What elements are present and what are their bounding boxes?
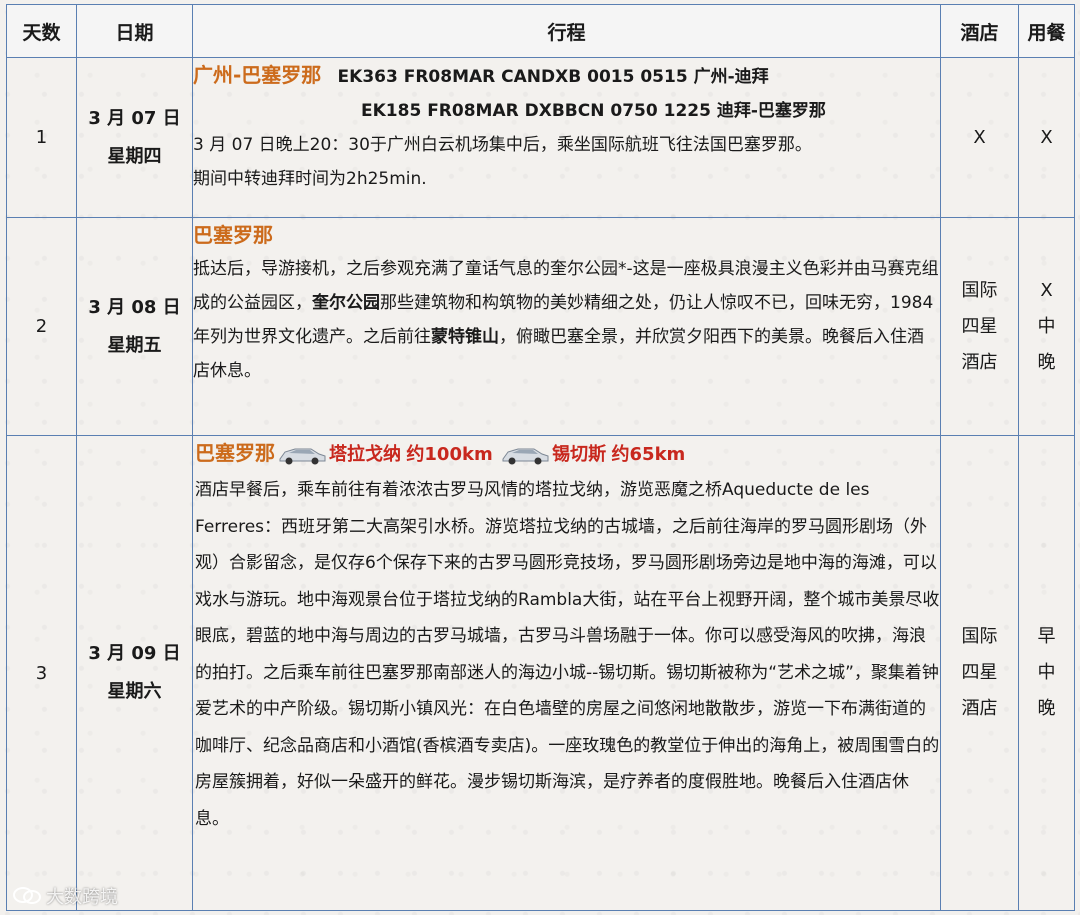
meal-line: 早 [1037, 626, 1056, 647]
distance-label: 约100km [406, 444, 493, 465]
hotel-line: 酒店 [961, 698, 998, 719]
meals-cell: 早 中 晚 [1018, 435, 1075, 911]
route-title: 巴塞罗那 [193, 223, 273, 247]
itinerary-cell: 巴塞罗那 塔拉戈纳 约100km 锡切斯 约65km 酒店早餐后，乘车前往有着浓浓… [192, 435, 941, 911]
date-text: 3 月 07 日 [88, 107, 181, 129]
chat-logo-icon [13, 887, 41, 904]
weekday-text: 星期四 [107, 145, 162, 167]
description-text: 抵达后，导游接机，之后参观充满了童话气息的奎尔公园*-这是一座极具浪漫主义色彩并… [193, 252, 940, 388]
weekday-text: 星期五 [107, 334, 162, 356]
meal-line: 晚 [1037, 698, 1056, 719]
route-title: 塔拉戈纳 [329, 444, 401, 465]
itinerary-cell: 巴塞罗那 抵达后，导游接机，之后参观充满了童话气息的奎尔公园*-这是一座极具浪漫… [192, 217, 941, 436]
header-itinerary: 行程 [192, 4, 941, 58]
itinerary-cell: 广州-巴塞罗那 EK363 FR08MAR CANDXB 0015 0515 广… [192, 57, 941, 218]
flight-line-1: EK363 FR08MAR CANDXB 0015 0515 广州-迪拜 [337, 67, 769, 87]
car-icon [502, 448, 549, 465]
watermark-text: 大数跨境 [46, 887, 118, 908]
route-title: 巴塞罗那 [195, 441, 275, 465]
route-line: 巴塞罗那 塔拉戈纳 约100km 锡切斯 约65km [195, 436, 940, 472]
date-text: 3 月 08 日 [88, 296, 181, 318]
meal-line: 中 [1037, 315, 1056, 337]
table-row: 2 3 月 08 日 星期五 巴塞罗那 抵达后，导游接机，之后参观充满了童话气息… [6, 217, 1075, 436]
table-row: 3 3 月 09 日 星期六 巴塞罗那 塔拉戈纳 约100km 锡切斯 约65km… [6, 435, 1075, 911]
table-row: 1 3 月 07 日 星期四 广州-巴塞罗那 EK363 FR08MAR CAN… [6, 57, 1075, 218]
watermark: 大数跨境 [12, 883, 118, 909]
hotel-line: 四星 [961, 315, 998, 337]
date-cell: 3 月 09 日 星期六 [76, 435, 193, 911]
date-cell: 3 月 08 日 星期五 [76, 217, 193, 436]
day-cell: 2 [6, 217, 77, 436]
day-cell: 1 [6, 57, 77, 218]
meal-line: X [1040, 279, 1053, 301]
route-title: 锡切斯 [552, 444, 607, 465]
weekday-text: 星期六 [107, 681, 162, 702]
meal-line: 中 [1037, 662, 1056, 683]
route-title: 广州-巴塞罗那 [193, 63, 322, 87]
distance-label: 约65km [611, 444, 686, 465]
meal-line: 晚 [1037, 351, 1056, 373]
header-date: 日期 [76, 4, 193, 58]
hotel-line: 酒店 [961, 351, 998, 373]
description-text: 酒店早餐后，乘车前往有着浓浓古罗马风情的塔拉戈纳，游览恶魔之桥Aqueducte… [195, 480, 940, 829]
hotel-cell: 国际 四星 酒店 [940, 435, 1019, 911]
description-text: 期间中转迪拜时间为2h25min. [193, 169, 427, 189]
hotel-cell: 国际 四星 酒店 [940, 217, 1019, 436]
meals-cell: X 中 晚 [1018, 217, 1075, 436]
header-meals: 用餐 [1018, 4, 1075, 58]
hotel-cell: X [940, 57, 1019, 218]
hotel-line: 四星 [961, 662, 998, 683]
highlight-text: 蒙特锥山 [431, 327, 499, 347]
meals-cell: X [1018, 57, 1075, 218]
hotel-line: 国际 [961, 279, 998, 301]
highlight-text: 奎尔公园 [312, 293, 380, 313]
flight-line-2: EK185 FR08MAR DXBBCN 0750 1225 迪拜-巴塞罗那 [361, 101, 826, 121]
date-text: 3 月 09 日 [88, 643, 181, 664]
day-cell: 3 [6, 435, 77, 911]
itinerary-table: 天数 日期 行程 酒店 用餐 1 3 月 07 日 星期四 广州-巴塞罗那 EK… [6, 4, 1075, 911]
header-day: 天数 [6, 4, 77, 58]
description-text: 3 月 07 日晚上20：30于广州白云机场集中后，乘坐国际航班飞往法国巴塞罗那… [193, 135, 812, 155]
header-row: 天数 日期 行程 酒店 用餐 [6, 4, 1075, 58]
header-hotel: 酒店 [940, 4, 1019, 58]
hotel-line: 国际 [961, 626, 998, 647]
car-icon [279, 448, 326, 465]
date-cell: 3 月 07 日 星期四 [76, 57, 193, 218]
